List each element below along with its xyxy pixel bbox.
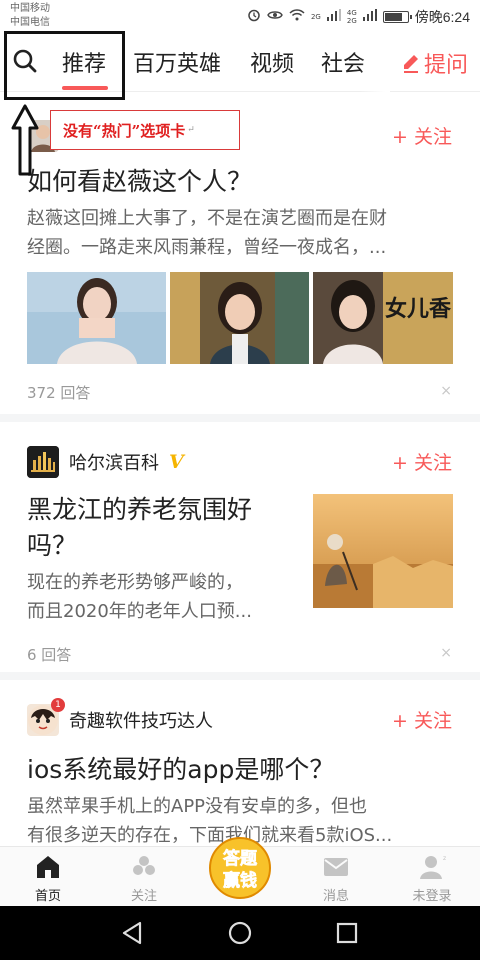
question-title[interactable]: 如何看赵薇这个人？ [27, 164, 252, 200]
nav-follow-label: 关注 [130, 889, 157, 904]
status-bar: 中国移动 中国电信 2G 4G 2G 傍晚6:24 [0, 0, 480, 34]
question-abstract: 现在的养老形势够严峻的， 而且2020年的老年人口预... [27, 572, 252, 622]
user-icon: z [420, 855, 446, 879]
annotation-callout: 没有“热门”选项卡 ↵ [50, 110, 240, 150]
dismiss-button[interactable]: × [440, 645, 452, 661]
network-2-label: 4G 2G [346, 9, 357, 25]
card-divider [0, 414, 480, 422]
verified-badge: V [169, 451, 184, 473]
clock: 傍晚6:24 [414, 9, 470, 25]
source-name[interactable]: 哈尔滨百科 [69, 449, 159, 475]
tab-video[interactable]: 视频 [250, 46, 294, 78]
feed-card[interactable]: 1 奇趣软件技巧达人 + 关注 ios系统最好的app是哪个？ 虽然苹果手机上的… [0, 680, 480, 846]
svg-text:z: z [443, 855, 446, 862]
card-source: 哈尔滨百科 V [27, 446, 184, 478]
alarm-icon [247, 8, 261, 26]
answer-win-money-button[interactable]: 答题 赢钱 [202, 834, 278, 900]
feed-list[interactable]: + 关注 如何看赵薇这个人？ 赵薇这回摊上大事了，不是在演艺圈而是在财 经圈。一… [0, 92, 480, 846]
answer-count: 6 回答 [27, 646, 72, 664]
tabs-fade [360, 34, 390, 92]
follow-button[interactable]: + 关注 [392, 706, 452, 733]
question-title[interactable]: ios系统最好的app是哪个？ [27, 752, 334, 788]
avatar[interactable] [27, 446, 59, 478]
thumbnail[interactable] [313, 494, 453, 608]
home-icon [37, 856, 59, 878]
nav-profile-label: 未登录 [412, 889, 452, 904]
card-source: 1 奇趣软件技巧达人 [27, 698, 213, 736]
nav-profile[interactable]: z 未登录 [384, 847, 480, 907]
annotation-text: 没有“热门”选项卡 [63, 121, 186, 140]
question-abstract: 赵薇这回摊上大事了，不是在演艺圈而是在财 经圈。一路走来风雨兼程，曾经一夜成名，… [27, 208, 387, 258]
nav-messages-label: 消息 [322, 889, 349, 904]
signal-icon-1 [326, 9, 341, 25]
thumbnail-1[interactable] [27, 272, 166, 364]
nav-follow[interactable]: 关注 [96, 847, 192, 907]
question-title[interactable]: 黑龙江的养老氛围好 吗？ [27, 492, 297, 564]
nav-home[interactable]: 首页 [0, 847, 96, 907]
avatar[interactable]: 1 [27, 698, 65, 736]
battery-level [384, 13, 402, 21]
pencil-icon [403, 55, 418, 73]
follow-icon [133, 856, 155, 875]
annotation-highlight-box [4, 31, 125, 100]
recents-icon[interactable] [334, 920, 360, 946]
network-1-label: 2G [310, 13, 321, 21]
thumbnail-2[interactable] [170, 272, 309, 364]
dismiss-button[interactable]: × [440, 383, 452, 399]
nav-home-label: 首页 [34, 889, 61, 904]
tab-society[interactable]: 社会 [321, 46, 365, 78]
card-divider [0, 672, 480, 680]
answer-count: 372 回答 [27, 384, 91, 402]
return-mark: ↵ [187, 125, 195, 135]
notification-badge: 1 [51, 698, 65, 712]
system-navigation-bar [0, 906, 480, 960]
annotation-arrow-icon [11, 104, 39, 176]
status-icons: 2G 4G 2G 傍晚6:24 [247, 6, 470, 28]
tab-million-hero[interactable]: 百万英雄 [133, 46, 221, 78]
ask-question-label: 提问 [423, 53, 468, 78]
home-circle-icon[interactable] [227, 920, 253, 946]
follow-button[interactable]: + 关注 [392, 448, 452, 475]
promo-badge-icon: 答题 赢钱 [209, 837, 271, 899]
battery-icon [382, 11, 412, 23]
feed-card[interactable]: 哈尔滨百科 V + 关注 黑龙江的养老氛围好 吗？ 现在的养老形势够严峻的， 而… [0, 422, 480, 672]
carrier-2: 中国电信 [10, 17, 50, 28]
back-icon[interactable] [120, 920, 146, 946]
signal-icon-2 [362, 9, 377, 25]
ask-question-button[interactable]: 提问 [402, 44, 468, 82]
follow-button[interactable]: + 关注 [392, 122, 452, 149]
promo-text-line-1: 答题 [223, 848, 258, 869]
thumbnail-3[interactable]: 女儿香 [313, 272, 453, 364]
wifi-icon [289, 9, 305, 25]
source-name[interactable]: 奇趣软件技巧达人 [69, 707, 213, 733]
carrier-1: 中国移动 [10, 3, 50, 14]
eye-icon [267, 9, 283, 25]
nav-messages[interactable]: 消息 [288, 847, 384, 907]
thumbnail-2-caption: 女儿香 [385, 296, 451, 322]
message-icon [324, 858, 348, 876]
promo-text-line-2: 赢钱 [223, 870, 257, 891]
